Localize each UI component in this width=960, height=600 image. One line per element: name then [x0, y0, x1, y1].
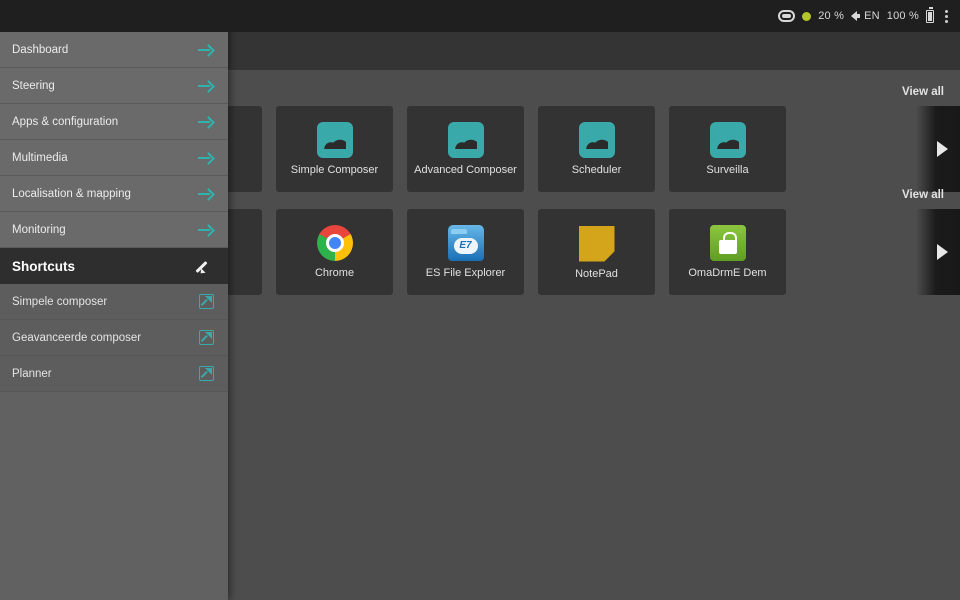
- es-file-explorer-icon: [448, 225, 484, 261]
- sidebar-shortcut-geavanceerde-composer[interactable]: Geavanceerde composer: [0, 320, 228, 356]
- app-tile[interactable]: Surveilla: [669, 106, 786, 192]
- cast-screen-icon[interactable]: [778, 10, 795, 22]
- carousel-next-row1[interactable]: [916, 106, 960, 192]
- volume-percent: 20 %: [818, 10, 844, 22]
- sidebar-shortcut-label: Simpele composer: [12, 296, 107, 308]
- battery-icon: [926, 10, 934, 23]
- sidebar-item-apps-configuration[interactable]: Apps & configuration: [0, 104, 228, 140]
- sidebar-item-label: Multimedia: [12, 152, 68, 164]
- status-bar-items: 20 % EN 100 %: [778, 10, 952, 23]
- overflow-menu-icon[interactable]: [941, 10, 952, 23]
- external-link-icon: [199, 294, 214, 309]
- app-tile-label: Scheduler: [545, 164, 649, 177]
- arrow-right-icon: [198, 44, 214, 56]
- view-all-link-row1[interactable]: View all: [902, 86, 944, 98]
- carousel-next-arrow: [937, 141, 948, 157]
- app-tile[interactable]: Simple Composer: [276, 106, 393, 192]
- status-dot-icon: [802, 12, 811, 21]
- image-placeholder-icon: [710, 122, 746, 158]
- sidebar-item-label: Apps & configuration: [12, 116, 118, 128]
- speaker-icon[interactable]: [851, 11, 857, 21]
- notepad-icon: [579, 226, 615, 262]
- navigation-drawer: Control Dashboard Steering Apps & config…: [0, 0, 228, 600]
- sidebar-item-label: Dashboard: [12, 44, 68, 56]
- app-tile-label: ES File Explorer: [414, 267, 518, 280]
- app-tile-label: NotePad: [545, 268, 649, 281]
- app-tile-label: Simple Composer: [283, 164, 387, 177]
- sidebar-shortcut-simpele-composer[interactable]: Simpele composer: [0, 284, 228, 320]
- arrow-right-icon: [198, 188, 214, 200]
- sidebar-item-label: Steering: [12, 80, 55, 92]
- drawer-empty-area: [0, 392, 228, 600]
- image-placeholder-icon: [317, 122, 353, 158]
- sidebar-item-label: Monitoring: [12, 224, 66, 236]
- arrow-right-icon: [198, 152, 214, 164]
- app-root: View all Inactivity timer Updater Simple…: [0, 0, 960, 600]
- status-bar: 20 % EN 100 %: [0, 0, 960, 32]
- external-link-icon: [199, 366, 214, 381]
- app-tile[interactable]: ES File Explorer: [407, 209, 524, 295]
- external-link-icon: [199, 330, 214, 345]
- app-tile-label: Surveilla: [676, 164, 780, 177]
- sidebar-item-multimedia[interactable]: Multimedia: [0, 140, 228, 176]
- sidebar-shortcut-label: Planner: [12, 368, 52, 380]
- image-placeholder-icon: [448, 122, 484, 158]
- app-tile[interactable]: NotePad: [538, 209, 655, 295]
- app-tile[interactable]: Advanced Composer: [407, 106, 524, 192]
- app-tile-label: OmaDrmE Dem: [676, 267, 780, 280]
- language-indicator[interactable]: EN: [864, 10, 880, 22]
- carousel-next-arrow: [937, 244, 948, 260]
- sidebar-section-label: Shortcuts: [12, 259, 75, 274]
- sidebar-shortcut-label: Geavanceerde composer: [12, 332, 141, 344]
- arrow-right-icon: [198, 224, 214, 236]
- sidebar-section-shortcuts[interactable]: Shortcuts: [0, 248, 228, 284]
- carousel-next-row2[interactable]: [916, 209, 960, 295]
- sidebar-item-localisation-mapping[interactable]: Localisation & mapping: [0, 176, 228, 212]
- app-tile-label: Chrome: [283, 267, 387, 280]
- app-tile[interactable]: Scheduler: [538, 106, 655, 192]
- image-placeholder-icon: [579, 122, 615, 158]
- battery-percent: 100 %: [887, 10, 919, 22]
- sidebar-item-steering[interactable]: Steering: [0, 68, 228, 104]
- pencil-edit-icon[interactable]: [198, 258, 214, 274]
- sidebar-item-monitoring[interactable]: Monitoring: [0, 212, 228, 248]
- view-all-link-row2[interactable]: View all: [902, 189, 944, 201]
- arrow-right-icon: [198, 116, 214, 128]
- sidebar-item-label: Localisation & mapping: [12, 188, 131, 200]
- green-lock-icon: [710, 225, 746, 261]
- sidebar-shortcut-planner[interactable]: Planner: [0, 356, 228, 392]
- app-tile[interactable]: Chrome: [276, 209, 393, 295]
- arrow-right-icon: [198, 80, 214, 92]
- app-tile[interactable]: OmaDrmE Dem: [669, 209, 786, 295]
- chrome-icon: [317, 225, 353, 261]
- app-tile-label: Advanced Composer: [414, 164, 518, 177]
- sidebar-item-dashboard[interactable]: Dashboard: [0, 32, 228, 68]
